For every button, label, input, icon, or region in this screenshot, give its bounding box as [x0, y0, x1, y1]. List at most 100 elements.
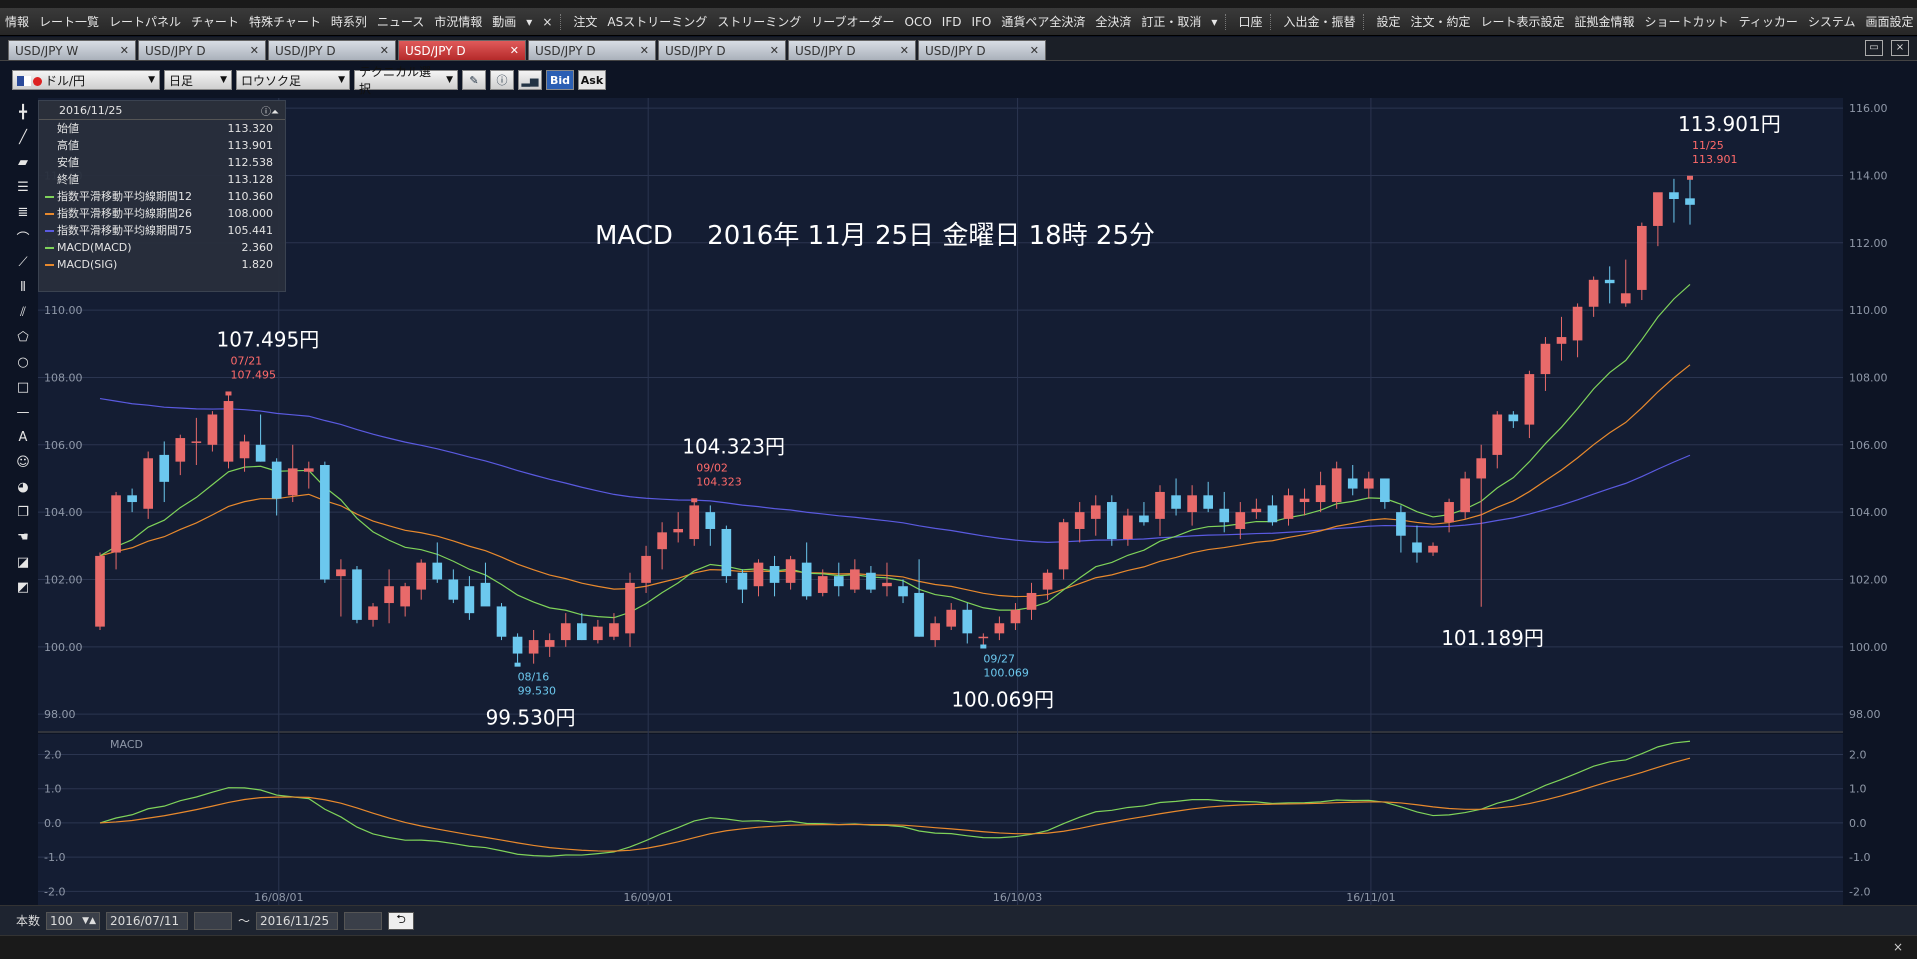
info-value: 105.441	[227, 224, 274, 237]
candle-body	[817, 576, 828, 593]
menu-item[interactable]: 注文	[568, 13, 602, 30]
x-axis-tick: 16/11/01	[1346, 891, 1395, 904]
pencil-icon[interactable]: ✎	[462, 70, 486, 90]
menu-item[interactable]: ASストリーミング	[602, 13, 712, 30]
legend-swatch	[45, 196, 54, 198]
candle-body	[1219, 508, 1230, 523]
candle-body	[1026, 592, 1037, 610]
menu-item[interactable]: システム	[1803, 13, 1861, 30]
tab-label: USD/JPY D	[925, 43, 986, 58]
macd-axis-tick-left: -1.0	[44, 851, 65, 864]
menu-item[interactable]: リーブオーダー	[806, 13, 899, 30]
candle-body	[625, 582, 635, 634]
tab-chart[interactable]: USD/JPY D ✕	[918, 40, 1046, 60]
menu-item[interactable]: ×	[537, 15, 557, 29]
tab-chart[interactable]: USD/JPY D ✕	[528, 40, 656, 60]
info-toggle-icon[interactable]: ⓘ⏶	[261, 103, 279, 118]
close-icon[interactable]: ✕	[900, 44, 909, 57]
candle-body	[737, 572, 748, 590]
maximize-icon[interactable]: ▭	[1865, 40, 1883, 56]
menu-item[interactable]: ストリーミング	[712, 13, 806, 30]
menu-item[interactable]: IFO	[966, 15, 996, 29]
from-date-input[interactable]: 2016/07/11	[106, 911, 189, 930]
close-icon[interactable]: ✕	[510, 44, 519, 57]
menu-item[interactable]: チャート	[186, 13, 244, 30]
candle-body	[320, 465, 330, 580]
annotation-label: 100.069円	[951, 688, 1054, 712]
candle-body	[1669, 192, 1679, 200]
to-date-input[interactable]: 2016/11/25	[256, 911, 339, 930]
menu-item[interactable]: 全決済	[1090, 13, 1136, 30]
macd-pane-label: MACD	[110, 738, 143, 751]
menu-item[interactable]: 画面設定	[1860, 13, 1917, 30]
tab-label: USD/JPY D	[145, 43, 206, 58]
menu-item[interactable]: 訂正・取消	[1136, 13, 1206, 30]
menu-item[interactable]: IFD	[937, 15, 967, 29]
menu-item[interactable]: 口座	[1233, 13, 1267, 30]
legend-swatch	[45, 230, 54, 232]
menu-item[interactable]: ショートカット	[1640, 13, 1734, 30]
tab-chart[interactable]: USD/JPY D ✕	[398, 40, 526, 60]
info-row: MACD(SIG) 1.820	[39, 256, 285, 273]
menu-separator	[1270, 13, 1272, 30]
menu-item[interactable]: ティッカー	[1734, 13, 1803, 30]
menu-item[interactable]: 市況情報	[429, 13, 487, 30]
close-icon[interactable]: ✕	[1030, 44, 1039, 57]
annotation-price: 113.901	[1692, 153, 1738, 166]
menu-item[interactable]: 証拠金情報	[1570, 13, 1640, 30]
tab-chart[interactable]: USD/JPY W ✕	[8, 40, 136, 60]
menu-item[interactable]: 動画	[487, 13, 521, 30]
period-select[interactable]: 日足 ▼	[164, 70, 232, 90]
volume-chart-icon[interactable]: ▂▅	[518, 70, 542, 90]
menu-item[interactable]: レート表示設定	[1476, 13, 1570, 30]
chart-title: MACD 2016年 11月 25日 金曜日 18時 25分	[595, 221, 1155, 251]
close-icon[interactable]: ✕	[640, 44, 649, 57]
menu-item[interactable]: 情報	[0, 13, 34, 30]
to-time-input[interactable]	[344, 911, 383, 930]
candle-body	[609, 623, 619, 637]
menu-item[interactable]: OCO	[900, 15, 937, 29]
tab-chart[interactable]: USD/JPY D ✕	[138, 40, 266, 60]
price-axis-tick-left: 100.00	[44, 641, 83, 654]
close-icon[interactable]: ✕	[250, 44, 259, 57]
menu-item[interactable]: ▾	[1206, 15, 1222, 29]
close-icon[interactable]: ✕	[380, 44, 389, 57]
candle-body	[1653, 192, 1663, 226]
menu-item[interactable]: ▾	[521, 15, 537, 29]
menu-item[interactable]: 通貨ペア全決済	[996, 13, 1090, 30]
tab-label: USD/JPY D	[795, 43, 856, 58]
chart-toolbar: ドル/円 ▼ 日足 ▼ ロウソク足 ▼ テクニカル選択 ▼ ✎ ⓘ ▂▅ Bid Ask	[0, 62, 1917, 98]
close-icon[interactable]: ×	[1893, 940, 1903, 954]
close-icon[interactable]: ×	[1891, 40, 1909, 56]
info-rows: 始値 113.320 高値 113.901 安値 112.538 終値 113.128 指数平滑…	[39, 120, 285, 273]
tab-chart[interactable]: USD/JPY D ✕	[658, 40, 786, 60]
chevron-down-icon: ▼	[338, 75, 345, 85]
chart-style-select[interactable]: ロウソク足 ▼	[236, 70, 350, 90]
menu-item[interactable]: 入出金・振替	[1278, 13, 1360, 30]
technical-select[interactable]: テクニカル選択 ▼	[354, 65, 458, 96]
from-time-input[interactable]	[194, 911, 233, 930]
menu-item[interactable]: 時系列	[326, 13, 372, 30]
ask-button[interactable]: Ask	[578, 70, 606, 90]
close-icon[interactable]: ✕	[770, 44, 779, 57]
close-icon[interactable]: ✕	[120, 44, 129, 57]
candle-body	[512, 636, 523, 654]
price-chart[interactable]: 116.00116.00114.00114.00112.00112.00110.…	[0, 98, 1917, 905]
candle-body	[1476, 458, 1487, 479]
bid-button[interactable]: Bid	[546, 70, 574, 90]
candle-body	[1251, 508, 1262, 513]
menu-item[interactable]: 設定	[1371, 13, 1405, 30]
info-value: 113.320	[227, 122, 274, 135]
tab-chart[interactable]: USD/JPY D ✕	[268, 40, 396, 60]
menu-item[interactable]: レートパネル	[104, 13, 186, 30]
info-icon[interactable]: ⓘ	[490, 70, 514, 90]
menu-item[interactable]: ニュース	[372, 13, 429, 30]
currency-pair-select[interactable]: ドル/円 ▼	[12, 70, 160, 90]
count-select[interactable]: 100 ▼▲	[46, 911, 101, 930]
tab-chart[interactable]: USD/JPY D ✕	[788, 40, 916, 60]
refresh-icon[interactable]: ⮌	[388, 911, 415, 930]
menu-item[interactable]: 特殊チャート	[244, 13, 326, 30]
candle-body	[303, 468, 314, 472]
menu-item[interactable]: レート一覧	[34, 13, 104, 30]
menu-item[interactable]: 注文・約定	[1406, 13, 1476, 30]
